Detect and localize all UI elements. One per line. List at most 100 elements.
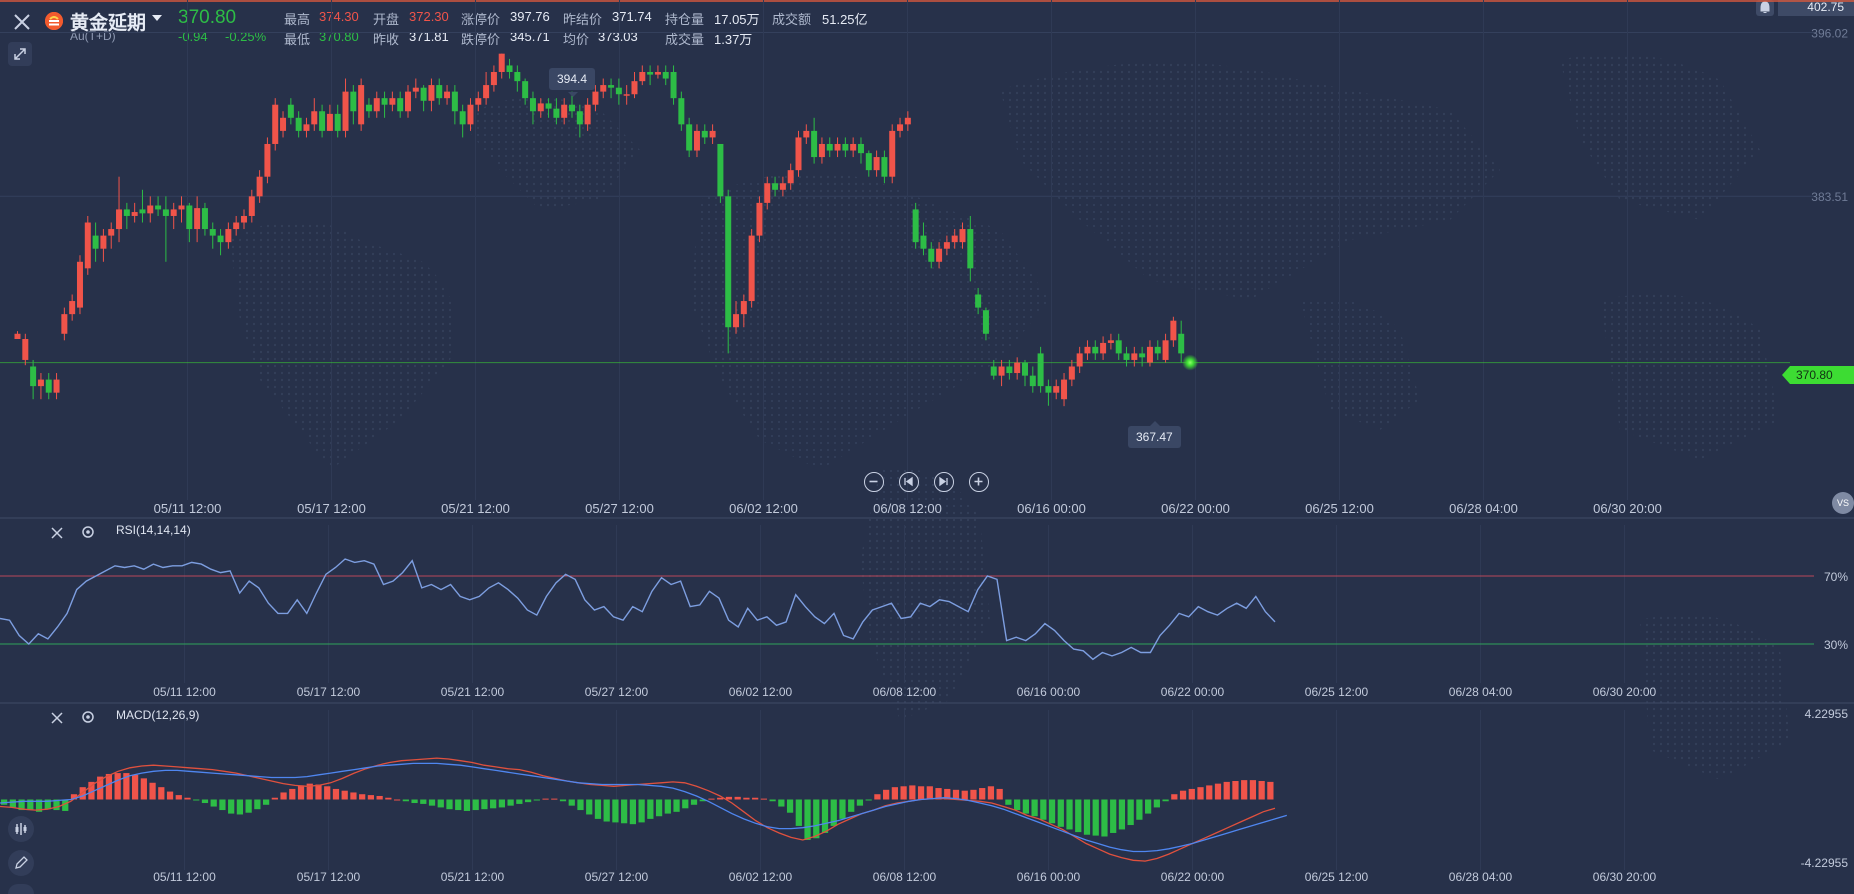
candle-body: [1131, 353, 1138, 360]
macd-histogram-bar: [481, 799, 488, 810]
candle-body: [131, 212, 138, 216]
candle-body: [459, 111, 466, 125]
rsi-settings-icon[interactable]: [81, 525, 95, 544]
candle-body: [608, 85, 615, 88]
macd-histogram-bar: [245, 799, 252, 813]
candle-body: [14, 333, 21, 340]
candle-body: [600, 85, 607, 92]
candle-body: [272, 104, 279, 144]
candle-body: [287, 104, 294, 118]
macd-histogram-bar: [804, 799, 811, 841]
rsi-time-tick: 05/27 12:00: [585, 685, 649, 699]
time-axis-tick: 06/28 04:00: [1449, 501, 1518, 516]
macd-histogram-bar: [149, 782, 156, 800]
macd-histogram-bar: [1092, 799, 1099, 836]
macd-histogram-bar: [1057, 799, 1064, 827]
candle-body: [1053, 386, 1060, 393]
macd-histogram-bar: [795, 799, 802, 826]
rsi-time-tick: 06/28 04:00: [1449, 685, 1513, 699]
macd-settings-icon[interactable]: [81, 710, 95, 729]
macd-histogram-bar: [586, 799, 593, 815]
macd-histogram-bar: [114, 773, 121, 800]
indicator-tool-button[interactable]: [8, 816, 34, 842]
macd-histogram-bar: [158, 787, 165, 800]
macd-histogram-bar: [1048, 799, 1056, 824]
forward-button[interactable]: [934, 472, 954, 492]
candle-body: [147, 205, 154, 214]
draw-tool-button[interactable]: [8, 850, 34, 876]
macd-histogram-bar: [856, 799, 864, 806]
zoom-out-button[interactable]: [864, 472, 884, 492]
candle-body: [1037, 353, 1044, 387]
min-price-marker: 367.47: [1128, 426, 1181, 448]
candle-body: [592, 91, 599, 105]
candle-body: [943, 242, 950, 249]
macd-histogram-bar: [1145, 799, 1152, 814]
rsi-axis-tick: 30%: [1824, 638, 1848, 652]
candle-body: [22, 339, 29, 360]
candle-body: [529, 98, 536, 112]
macd-histogram-bar: [184, 797, 191, 800]
candle-body: [537, 103, 544, 112]
candle-body: [358, 85, 365, 125]
rsi-time-tick: 05/21 12:00: [441, 685, 505, 699]
macd-histogram-bar: [629, 799, 636, 825]
candle-body: [240, 215, 247, 223]
macd-histogram-bar: [1232, 781, 1239, 800]
candle-body: [1092, 346, 1099, 354]
macd-close-icon[interactable]: [51, 711, 63, 729]
candle-body: [498, 53, 505, 72]
macd-histogram-bar: [280, 792, 287, 800]
macd-histogram-bar: [979, 788, 986, 800]
candle-body: [186, 205, 193, 230]
macd-histogram-bar: [533, 799, 540, 801]
candle-body: [389, 98, 396, 105]
macd-time-tick: 05/21 12:00: [441, 870, 505, 884]
candle-body: [733, 314, 740, 328]
macd-histogram-bar: [848, 799, 855, 812]
macd-histogram-bar: [1223, 781, 1230, 800]
candle-body: [170, 209, 177, 216]
macd-histogram-bar: [813, 799, 820, 839]
candle-body: [897, 124, 904, 131]
chart-canvas[interactable]: 396.02 383.51 05/11 12:00 05/17 12:00 05/21 …: [0, 0, 1854, 894]
macd-histogram-bar: [961, 790, 968, 800]
rsi-close-icon[interactable]: [51, 526, 63, 544]
candle-body: [889, 130, 896, 177]
candle-body: [428, 85, 435, 101]
candle-body: [787, 170, 794, 184]
rewind-button[interactable]: [899, 472, 919, 492]
macd-histogram-bar: [760, 798, 767, 800]
macd-histogram-bar: [883, 789, 890, 800]
vs-button[interactable]: VS: [1832, 492, 1854, 514]
macd-histogram-bar: [140, 778, 147, 800]
macd-histogram-bar: [1118, 799, 1126, 830]
macd-histogram-bar: [507, 799, 514, 806]
macd-histogram-bar: [542, 798, 549, 800]
macd-dif-line: [0, 757, 1276, 862]
candle-body: [561, 104, 568, 118]
macd-time-tick: 06/25 12:00: [1305, 870, 1369, 884]
rsi-time-tick: 05/17 12:00: [297, 685, 361, 699]
candle-body: [194, 208, 201, 230]
more-tool-button[interactable]: [8, 884, 34, 894]
current-price-tag: 370.80: [1782, 366, 1854, 384]
macd-histogram-bar: [341, 790, 348, 800]
macd-histogram-bar: [874, 794, 881, 800]
macd-histogram-bar: [411, 799, 418, 804]
candle-body: [975, 294, 982, 308]
macd-histogram-bar: [638, 799, 645, 823]
macd-histogram-bar: [1031, 799, 1038, 817]
macd-indicator-name: MACD(12,26,9): [116, 708, 200, 722]
macd-time-tick: 06/08 12:00: [873, 870, 937, 884]
macd-axis-tick: -4.22955: [1801, 856, 1849, 870]
macd-histogram-bar: [228, 799, 235, 814]
macd-histogram-bar: [524, 799, 532, 803]
macd-time-tick: 06/30 20:00: [1593, 870, 1657, 884]
candle-body: [576, 111, 583, 125]
macd-histogram-bar: [1241, 780, 1248, 800]
zoom-in-button[interactable]: [969, 472, 989, 492]
macd-histogram-bar: [420, 799, 427, 804]
world-map-background: [230, 53, 1790, 780]
candle-body: [725, 196, 732, 328]
